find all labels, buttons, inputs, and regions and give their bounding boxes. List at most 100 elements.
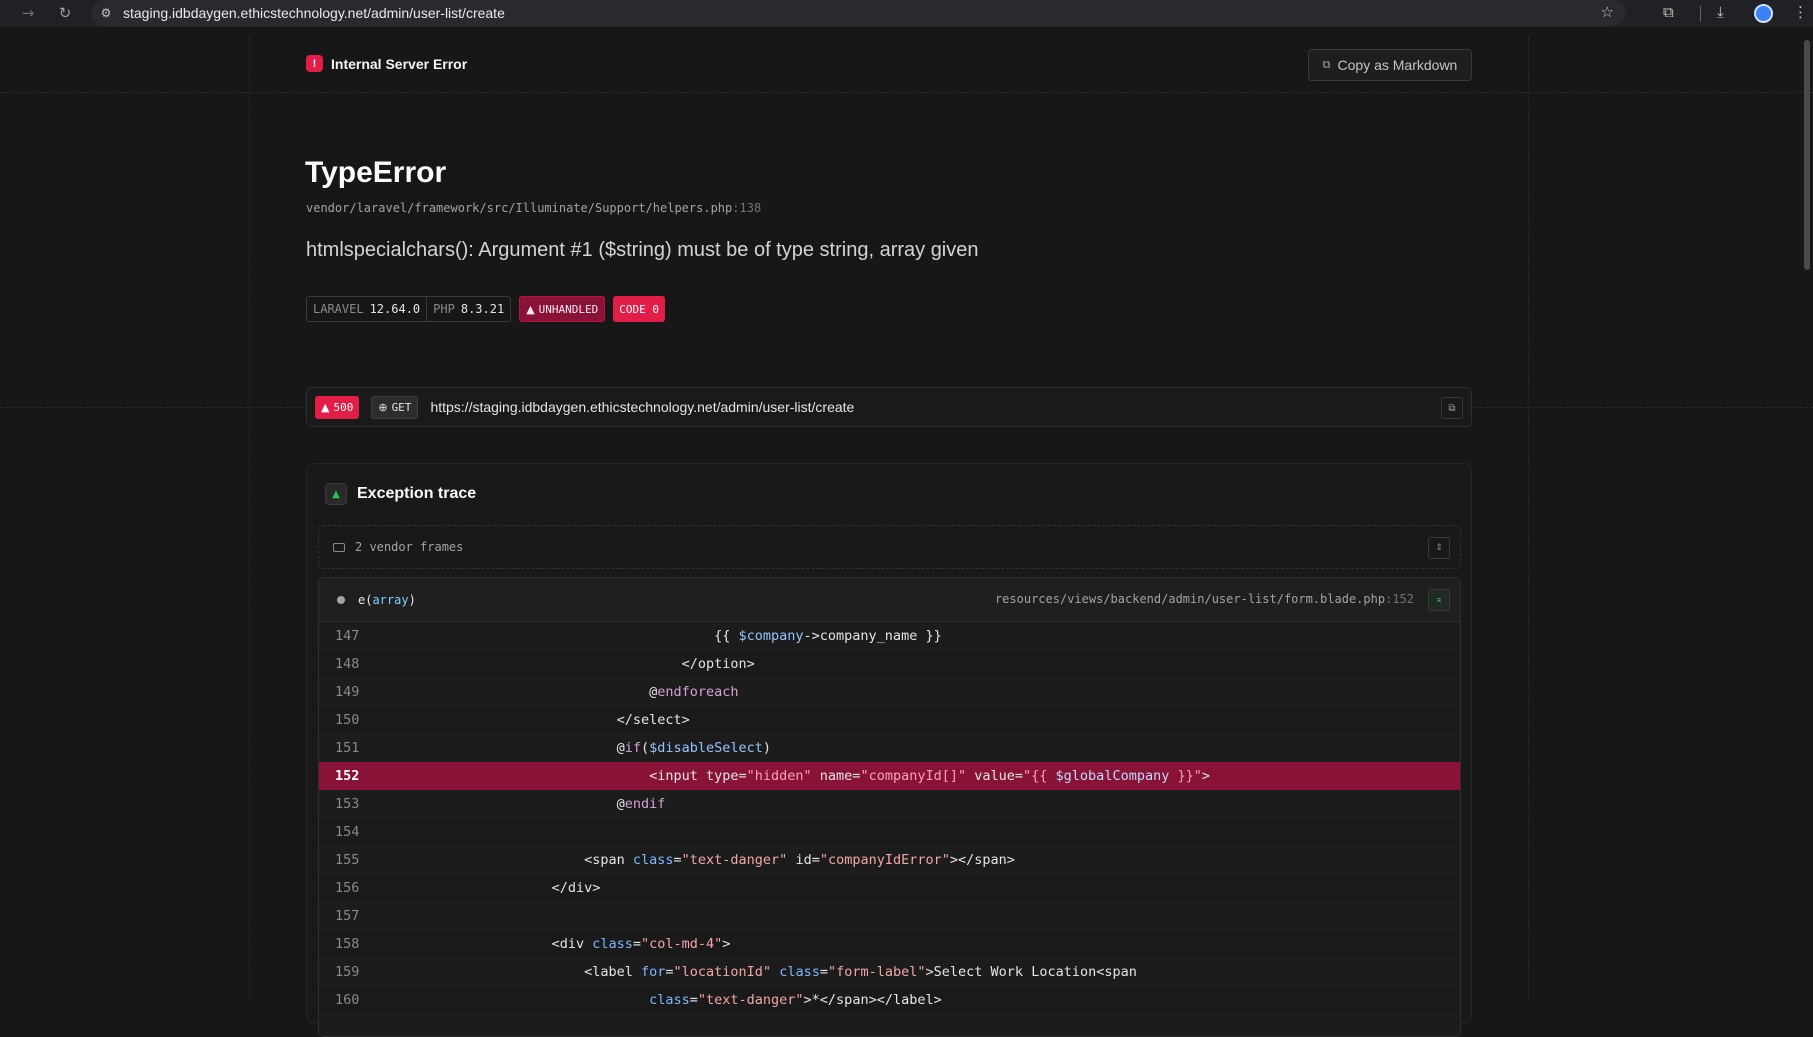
stack-frame: e(array) resources/views/backend/admin/u…	[318, 577, 1461, 1037]
warning-icon: ▲	[321, 401, 329, 414]
code-token: >Select Work Location<span	[926, 964, 1137, 980]
line-number: 155	[319, 852, 389, 868]
code-token: @	[617, 796, 625, 812]
code-token: <input type=	[649, 768, 747, 784]
address-bar-url[interactable]: staging.idbdaygen.ethicstechnology.net/a…	[123, 5, 505, 21]
code-token: $disableSelect	[649, 740, 763, 756]
code-line: 154	[319, 818, 1460, 846]
code-line-highlighted: 152 <input type="hidden" name="companyId…	[319, 762, 1460, 790]
reload-icon[interactable]: ↻	[53, 1, 77, 25]
code-token: </option>	[682, 656, 755, 672]
code-token: =	[665, 964, 673, 980]
code-token: ></span>	[950, 852, 1015, 868]
line-number: 160	[319, 992, 389, 1008]
code-line: 156 </div>	[319, 874, 1460, 902]
code-token: "col-md-4"	[641, 936, 722, 952]
expand-chevron-icon[interactable]: ⇕	[1428, 537, 1450, 559]
code-snippet: 147 {{ $company->company_name }}148 </op…	[319, 622, 1460, 1014]
code-token: for	[641, 964, 665, 980]
code-token: $globalCompany	[1056, 768, 1170, 784]
line-number: 159	[319, 964, 389, 980]
bookmark-star-icon[interactable]: ☆	[1601, 3, 1614, 21]
address-bar[interactable]: ⚙ staging.idbdaygen.ethicstechnology.net…	[91, 0, 1626, 26]
trace-title: Exception trace	[357, 485, 476, 503]
method-badge: ⊕ GET	[371, 396, 418, 419]
code-token: <label	[584, 964, 641, 980]
exception-message: htmlspecialchars(): Argument #1 ($string…	[306, 239, 979, 262]
status-code: 500	[333, 401, 353, 414]
code-token: if	[625, 740, 641, 756]
code-token: (	[641, 740, 649, 756]
code-token: class	[649, 992, 690, 1008]
frame-header[interactable]: e(array) resources/views/backend/admin/u…	[319, 578, 1460, 622]
request-method: GET	[392, 401, 412, 414]
line-number: 147	[319, 628, 389, 644]
code-line: 150 </select>	[319, 706, 1460, 734]
code-token: class	[592, 936, 633, 952]
line-number: 153	[319, 796, 389, 812]
request-url: https://staging.idbdaygen.ethicstechnolo…	[430, 399, 854, 415]
error-header: ! Internal Server Error	[306, 55, 467, 72]
exception-trace-panel: ▲ Exception trace 2 vendor frames ⇕ e(ar…	[306, 463, 1472, 1023]
copy-icon: ⧉	[1323, 58, 1331, 72]
code-token: )	[763, 740, 771, 756]
page-scrollbar[interactable]	[1804, 40, 1810, 270]
code-token: "text-danger"	[698, 992, 804, 1008]
unhandled-badge: ▲ UNHANDLED	[519, 296, 605, 322]
code-line: 151 @if($disableSelect)	[319, 734, 1460, 762]
folder-icon	[333, 543, 345, 552]
code-token: endforeach	[657, 684, 738, 700]
code-text: </select>	[389, 712, 690, 728]
code-line: 148 </option>	[319, 650, 1460, 678]
code-token: </select>	[617, 712, 690, 728]
copy-as-markdown-button[interactable]: ⧉ Copy as Markdown	[1308, 49, 1472, 81]
layout-guide	[249, 37, 250, 998]
kebab-menu-icon[interactable]: ⋮	[1793, 3, 1808, 21]
line-number: 154	[319, 824, 389, 840]
code-token: >*</span></label>	[804, 992, 942, 1008]
code-line: 147 {{ $company->company_name }}	[319, 622, 1460, 650]
line-number: 158	[319, 936, 389, 952]
status-badge: ▲ 500	[315, 396, 359, 419]
unhandled-label: UNHANDLED	[539, 303, 599, 316]
request-bar: ▲ 500 ⊕ GET https://staging.idbdaygen.et…	[306, 387, 1472, 427]
code-token: endif	[625, 796, 666, 812]
version-badges: LARAVEL 12.64.0 PHP 8.3.21 ▲ UNHANDLED C…	[306, 296, 665, 322]
line-number: 151	[319, 740, 389, 756]
extensions-icon[interactable]: ⧉	[1663, 3, 1674, 21]
code-token: ->company_name }}	[804, 628, 942, 644]
frame-function-name: e(	[358, 593, 372, 607]
forward-arrow-icon[interactable]: →	[16, 1, 40, 25]
code-text: <div class="col-md-4">	[389, 936, 730, 952]
collapse-chevron-icon[interactable]: ⌅	[1428, 589, 1450, 611]
laravel-version: LARAVEL 12.64.0	[307, 297, 426, 321]
code-token: name=	[812, 768, 861, 784]
warning-icon: ▲	[526, 303, 534, 316]
code-text: class="text-danger">*</span></label>	[389, 992, 942, 1008]
code-text: @endif	[389, 796, 665, 812]
laravel-label: LARAVEL	[313, 302, 364, 316]
line-number: 149	[319, 684, 389, 700]
frame-function: e(array)	[358, 593, 416, 607]
code-token: value=	[966, 768, 1023, 784]
code-text: {{ $company->company_name }}	[389, 628, 942, 644]
frame-argument: array	[372, 593, 408, 607]
php-version: PHP 8.3.21	[426, 297, 510, 321]
copy-url-button[interactable]: ⧉	[1441, 397, 1463, 419]
code-text: <input type="hidden" name="companyId[]" …	[389, 768, 1210, 784]
code-token: =	[820, 964, 828, 980]
download-icon[interactable]: ⤓	[1717, 3, 1724, 21]
code-token: "text-danger"	[682, 852, 788, 868]
code-text: </div>	[389, 880, 600, 896]
code-token: "form-label"	[828, 964, 926, 980]
code-token: >	[1202, 768, 1210, 784]
profile-avatar-icon[interactable]	[1754, 4, 1773, 23]
line-number: 156	[319, 880, 389, 896]
frame-bullet-icon	[337, 596, 345, 604]
code-token: class	[633, 852, 674, 868]
code-token: id=	[787, 852, 820, 868]
site-settings-icon[interactable]: ⚙	[95, 2, 117, 24]
code-token: >	[722, 936, 730, 952]
code-line: 149 @endforeach	[319, 678, 1460, 706]
vendor-frames-toggle[interactable]: 2 vendor frames ⇕	[318, 525, 1461, 569]
